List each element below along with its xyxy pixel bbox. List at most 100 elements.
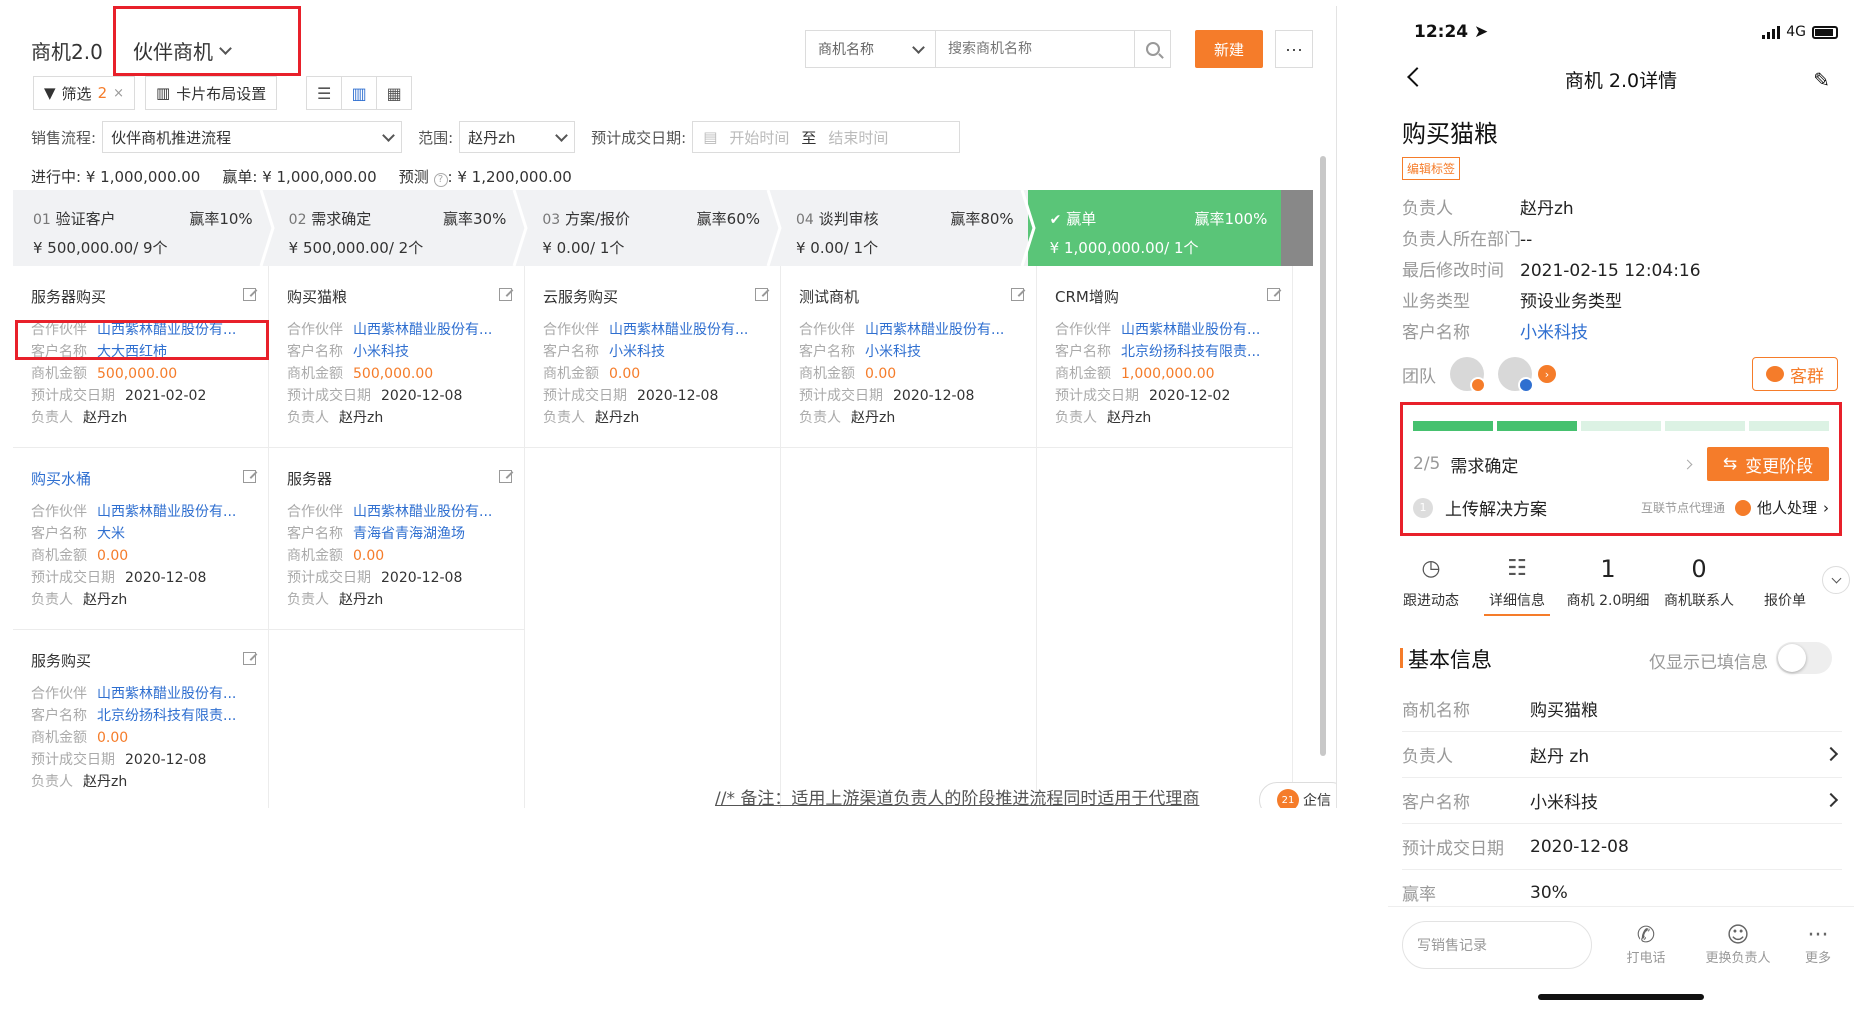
change-owner-button[interactable]: ☺ 更换负责人 xyxy=(1688,923,1788,966)
field-value[interactable]: 小米科技 xyxy=(609,344,665,360)
vertical-scrollbar[interactable] xyxy=(1320,156,1326,756)
field-value[interactable]: 小米科技 xyxy=(865,344,921,360)
opportunity-card[interactable]: CRM增购 合作伙伴 山西紫林醋业股份有... 客户名称 北京纷扬科技有限责... 商机金… xyxy=(1037,266,1292,448)
card-title[interactable]: 购买水桶 xyxy=(31,468,256,489)
field-value[interactable]: 山西紫林醋业股份有... xyxy=(97,686,236,702)
card-title[interactable]: CRM增购 xyxy=(1055,286,1280,307)
card-title[interactable]: 服务器购买 xyxy=(31,286,256,307)
search-button[interactable] xyxy=(1134,31,1170,67)
stage-3[interactable]: 03 方案/报价 赢率60% ¥ 0.00/ 1个 xyxy=(520,190,782,266)
field-label: 负责人 xyxy=(287,410,329,426)
field-value[interactable]: 北京纷扬科技有限责... xyxy=(97,708,236,724)
end-date[interactable]: 结束时间 xyxy=(828,127,888,148)
call-button[interactable]: ✆ 打电话 xyxy=(1606,923,1686,966)
card-title[interactable]: 购买猫粮 xyxy=(287,286,512,307)
card-field-date: 预计成交日期 2020-12-02 xyxy=(1055,385,1280,407)
scope-select[interactable]: 赵丹zh xyxy=(459,121,576,153)
card-title[interactable]: 云服务购买 xyxy=(543,286,768,307)
tab-4[interactable]: 0 商机联系人 xyxy=(1656,552,1742,616)
card-field-owner: 负责人 赵丹zh xyxy=(287,407,512,429)
opportunity-card[interactable]: 服务器 合作伙伴 山西紫林醋业股份有... 客户名称 青海省青海湖渔场 商机金额 0.00 预… xyxy=(269,448,524,630)
only-filled-toggle[interactable] xyxy=(1776,642,1832,674)
field-value[interactable]: 北京纷扬科技有限责... xyxy=(1121,344,1260,360)
clear-filter-icon[interactable]: × xyxy=(113,86,124,101)
tab-2[interactable]: ☷ 详细信息 xyxy=(1474,552,1560,616)
edit-icon[interactable] xyxy=(1267,288,1280,301)
edit-icon[interactable] xyxy=(499,288,512,301)
kanban-view-icon[interactable]: ▥ xyxy=(341,76,378,110)
edit-tag-button[interactable]: 编辑标签 xyxy=(1402,157,1461,180)
change-stage-button[interactable]: ⇆ 变更阶段 xyxy=(1707,447,1829,481)
customer-group-button[interactable]: 客群 xyxy=(1752,357,1838,391)
edit-icon[interactable] xyxy=(243,652,256,665)
card-title[interactable]: 服务器 xyxy=(287,468,512,489)
card-title[interactable]: 服务购买 xyxy=(31,650,256,671)
opportunity-card[interactable]: 云服务购买 合作伙伴 山西紫林醋业股份有... 客户名称 小米科技 商机金额 0.00 预计成… xyxy=(525,266,780,448)
search-field-select[interactable]: 商机名称 xyxy=(806,31,936,67)
stage-scroll-handle[interactable] xyxy=(1281,190,1314,266)
card-layout-button[interactable]: ▥ 卡片布局设置 xyxy=(145,76,278,110)
opportunity-card[interactable]: 服务器购买 合作伙伴 山西紫林醋业股份有... 客户名称 大大西红柿 商机金额 500,00… xyxy=(13,266,269,448)
edit-icon[interactable] xyxy=(499,470,512,483)
field-value[interactable]: 山西紫林醋业股份有... xyxy=(865,322,1004,338)
filter-button[interactable]: ▼ 筛选 2 × xyxy=(33,76,136,110)
stage-5[interactable]: ✔ 赢单 赢率100% ¥ 1,000,000.00/ 1个 xyxy=(1027,190,1282,266)
task-number: 1 xyxy=(1413,497,1433,518)
current-stage-row[interactable]: 2/5 需求确定 ⇆ 变更阶段 xyxy=(1413,447,1829,481)
qixin-button[interactable]: 21 企信 xyxy=(1259,782,1336,808)
task-row[interactable]: 1 上传解决方案 互联节点代理通 他人处理 › xyxy=(1413,495,1829,520)
field-value[interactable]: 青海省青海湖渔场 xyxy=(353,526,465,542)
tab-3[interactable]: 1 商机 2.0明细 xyxy=(1560,552,1656,616)
tab-5[interactable]: 报价单 xyxy=(1742,552,1828,616)
stage-number: 03 xyxy=(542,212,561,228)
help-icon[interactable]: ? xyxy=(433,173,448,187)
opportunity-card[interactable]: 测试商机 合作伙伴 山西紫林醋业股份有... 客户名称 小米科技 商机金额 0.00 预计成交… xyxy=(781,266,1036,448)
card-title[interactable]: 测试商机 xyxy=(799,286,1024,307)
stage-4[interactable]: 04 谈判审核 赢率80% ¥ 0.00/ 1个 xyxy=(774,190,1036,266)
avatar[interactable] xyxy=(1498,357,1534,393)
chevron-right-icon[interactable]: › xyxy=(1538,365,1556,383)
edit-icon[interactable]: ✎ xyxy=(1813,68,1830,92)
avatar[interactable] xyxy=(1450,357,1486,393)
stage-1[interactable]: 01 验证客户 赢率10% ¥ 500,000.00/ 9个 xyxy=(13,190,275,266)
field-label: 预计成交日期 xyxy=(31,388,115,404)
opportunity-card[interactable]: 购买猫粮 合作伙伴 山西紫林醋业股份有... 客户名称 小米科技 商机金额 500,000.… xyxy=(269,266,524,448)
edit-icon[interactable] xyxy=(243,470,256,483)
process-select[interactable]: 伙伴商机推进流程 xyxy=(102,121,403,153)
field-value[interactable]: 大米 xyxy=(97,526,125,542)
field-value: 赵丹zh xyxy=(83,774,128,790)
opportunity-card[interactable]: 服务购买 合作伙伴 山西紫林醋业股份有... 客户名称 北京纷扬科技有限责... 商机金额… xyxy=(13,630,268,808)
field-row[interactable]: 客户名称 小米科技 xyxy=(1402,778,1842,824)
field-value[interactable]: 山西紫林醋业股份有... xyxy=(353,322,492,338)
opportunity-card[interactable]: 购买水桶 合作伙伴 山西紫林醋业股份有... 客户名称 大米 商机金额 0.00 预计成交日期… xyxy=(13,448,268,630)
edit-icon[interactable] xyxy=(243,288,256,301)
field-label: 客户名称 xyxy=(287,526,343,542)
filter-label: 筛选 xyxy=(61,84,92,103)
sales-record-input[interactable]: 写销售记录 xyxy=(1402,921,1592,969)
field-row[interactable]: 负责人 赵丹 zh xyxy=(1402,732,1842,778)
stage-amount: ¥ 500,000.00/ 2个 xyxy=(288,239,424,257)
split-view-icon[interactable]: ▦ xyxy=(376,76,413,110)
search-input[interactable] xyxy=(936,31,1134,67)
edit-icon[interactable] xyxy=(755,288,768,301)
field-value[interactable]: 山西紫林醋业股份有... xyxy=(609,322,748,338)
date-range-picker[interactable]: ▤ 开始时间 至 结束时间 xyxy=(692,121,961,153)
more-actions-button[interactable]: ··· 更多 xyxy=(1788,923,1848,966)
list-view-icon[interactable]: ☰ xyxy=(306,76,343,110)
chevron-down-icon[interactable] xyxy=(1822,566,1850,594)
edit-icon[interactable] xyxy=(1011,288,1024,301)
start-date[interactable]: 开始时间 xyxy=(729,127,789,148)
more-button[interactable]: ··· xyxy=(1275,30,1313,68)
other-handler[interactable]: 他人处理 › xyxy=(1734,497,1829,518)
field-value[interactable]: 小米科技 xyxy=(353,344,409,360)
info-value[interactable]: 小米科技 xyxy=(1520,323,1588,343)
field-value[interactable]: 山西紫林醋业股份有... xyxy=(97,504,236,520)
new-button[interactable]: 新建 xyxy=(1195,30,1263,68)
unread-badge: 21 xyxy=(1277,789,1299,808)
info-label: 负责人所在部门 xyxy=(1402,230,1521,250)
field-value[interactable]: 山西紫林醋业股份有... xyxy=(1121,322,1260,338)
field-label: 负责人 xyxy=(543,410,585,426)
tab-1[interactable]: ◷ 跟进动态 xyxy=(1388,552,1474,616)
stage-2[interactable]: 02 需求确定 赢率30% ¥ 500,000.00/ 2个 xyxy=(266,190,528,266)
field-value[interactable]: 山西紫林醋业股份有... xyxy=(353,504,492,520)
